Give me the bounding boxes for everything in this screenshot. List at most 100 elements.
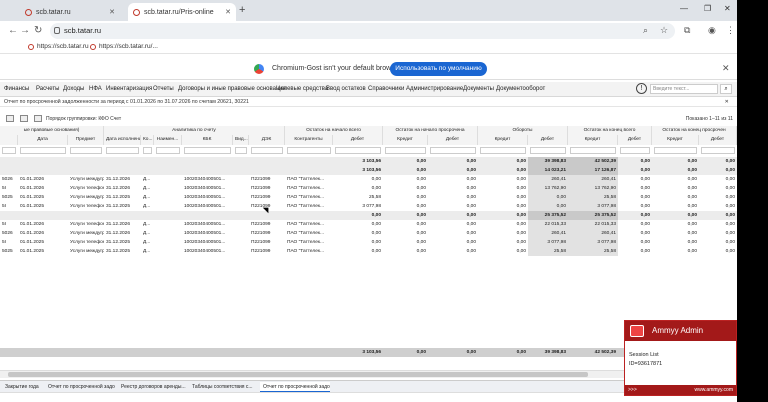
menu-item-workflow[interactable]: Документооборот xyxy=(496,86,545,92)
filter-input[interactable] xyxy=(701,147,735,154)
browser-tab-active[interactable]: scb.tatar.ru/Pris-online ✕ xyxy=(128,3,236,21)
site-favicon-icon xyxy=(25,8,32,16)
menu-item-balance-input[interactable]: Ввод остатков xyxy=(326,86,366,92)
export-icon[interactable] xyxy=(6,115,14,122)
value-cell: 0,00 xyxy=(725,177,735,182)
type-cell xyxy=(233,229,249,238)
value-cell: 0,00 xyxy=(416,213,426,218)
menu-item-target-funds[interactable]: Целевые средства xyxy=(276,86,328,92)
date-cell: 01.01.2025 xyxy=(20,204,45,209)
close-tab-icon[interactable]: ✕ xyxy=(109,8,115,16)
help-icon[interactable]: ! xyxy=(636,83,647,94)
close-infobar-icon[interactable]: ✕ xyxy=(722,63,730,74)
filter-input[interactable] xyxy=(156,147,180,154)
type-cell xyxy=(233,175,249,184)
menu-item-documents[interactable]: Документы xyxy=(463,86,494,92)
value-cell: 0,00 xyxy=(640,177,650,182)
table-row: 5I 01.01.2026 Услуги телефон...31.12.2026 Д… xyxy=(0,220,737,229)
browser-tab[interactable]: scb.tatar.ru ✕ xyxy=(20,3,120,21)
filter-input[interactable] xyxy=(654,147,697,154)
row-id-cell: 5I xyxy=(2,222,7,227)
menu-item-income[interactable]: Доходы xyxy=(63,86,84,92)
task-item[interactable]: Отчет по просроченной задо... xyxy=(45,382,115,392)
code-cell: Д... xyxy=(143,249,151,254)
menu-item-inventory[interactable]: Инвентаризация xyxy=(106,86,152,92)
app-search-input[interactable]: Введите текст... xyxy=(650,84,718,94)
menu-item-administration[interactable]: Администрирование xyxy=(406,86,463,92)
filter-input[interactable] xyxy=(530,147,566,154)
menu-item-settlements[interactable]: Расчеты xyxy=(36,86,59,92)
report-title: Отчет по просроченной задолженности за п… xyxy=(4,99,249,105)
ammyy-expand[interactable]: >>> xyxy=(628,387,637,393)
column-filter xyxy=(285,146,333,156)
ammyy-admin-popup[interactable]: Ammyy Admin Session List ID=93617871 >>>… xyxy=(624,320,737,396)
task-item[interactable]: Реестр договоров аренды... xyxy=(118,382,186,392)
ammyy-logo-icon xyxy=(630,325,644,337)
back-icon[interactable]: ← xyxy=(8,25,18,36)
column-filter xyxy=(478,146,528,156)
bookmarks-bar: https://scb.tatar.ru https://scb.tatar.r… xyxy=(0,41,737,54)
forward-icon[interactable]: → xyxy=(20,25,30,36)
value-cell: 22 015,33 xyxy=(568,220,618,229)
maximize-icon[interactable]: ❐ xyxy=(704,4,711,13)
filter-input[interactable] xyxy=(430,147,476,154)
value-cell: 0,00 xyxy=(725,231,735,236)
ammyy-title: Ammyy Admin xyxy=(652,326,704,335)
filter-input[interactable] xyxy=(20,147,66,154)
filter-input[interactable] xyxy=(620,147,650,154)
filter-input[interactable] xyxy=(287,147,331,154)
bookmark-star-icon[interactable]: ☆ xyxy=(660,25,668,36)
filter-input[interactable] xyxy=(480,147,526,154)
task-item[interactable]: Закрытие года xyxy=(2,382,42,392)
filter-input[interactable] xyxy=(335,147,381,154)
filter-input[interactable] xyxy=(570,147,616,154)
column-filter xyxy=(233,146,249,156)
menu-item-contracts[interactable]: Договоры и иные правовые основания xyxy=(178,86,286,92)
type-cell xyxy=(233,247,249,256)
filter-input[interactable] xyxy=(385,147,426,154)
session-list-label[interactable]: Session List xyxy=(629,351,732,360)
grid-filter-row xyxy=(0,146,737,156)
task-item-active[interactable]: Отчет по просроченной задо... xyxy=(260,382,330,392)
menu-item-finance[interactable]: Финансы xyxy=(4,86,29,92)
menu-item-reports[interactable]: Отчеты xyxy=(153,86,174,92)
filter-input[interactable] xyxy=(106,147,139,154)
ammyy-link[interactable]: www.ammyy.com xyxy=(694,385,733,395)
filter-input[interactable] xyxy=(143,147,152,154)
task-item[interactable]: Таблицы соответствия с... xyxy=(189,382,257,392)
bookmark-item[interactable]: https://scb.tatar.ru xyxy=(28,43,89,50)
print-icon[interactable] xyxy=(20,115,28,122)
filter-input[interactable] xyxy=(2,147,16,154)
bookmark-item[interactable]: https://scb.tatar.ru/... xyxy=(90,43,158,50)
filter-input[interactable] xyxy=(70,147,102,154)
minimize-icon[interactable]: — xyxy=(680,4,688,13)
scrollbar-thumb[interactable] xyxy=(8,372,588,377)
value-cell: 0,00 xyxy=(416,350,426,355)
search-icon[interactable]: ⌕ xyxy=(720,84,732,94)
value-cell: 0,00 xyxy=(516,168,526,173)
new-tab-icon[interactable]: + xyxy=(239,4,245,16)
profile-icon[interactable]: ◉ xyxy=(708,25,716,36)
site-info-icon[interactable] xyxy=(54,27,60,34)
filter-input[interactable] xyxy=(251,147,283,154)
tab-title: scb.tatar.ru xyxy=(36,8,71,16)
tab-strip: scb.tatar.ru ✕ scb.tatar.ru/Pris-online … xyxy=(0,0,737,21)
value-cell: 0,00 xyxy=(466,186,476,191)
close-window-icon[interactable]: ✕ xyxy=(724,4,731,13)
zoom-icon[interactable]: ⌕ xyxy=(643,25,648,36)
extensions-icon[interactable]: ⧉ xyxy=(684,25,690,36)
filter-input[interactable] xyxy=(184,147,231,154)
value-cell: 14 023,21 xyxy=(528,166,568,175)
menu-item-nfa[interactable]: НФА xyxy=(89,86,102,92)
filter-input[interactable] xyxy=(235,147,247,154)
set-default-button[interactable]: Использовать по умолчанию xyxy=(390,62,487,76)
menu-icon[interactable]: ⋮ xyxy=(726,25,735,36)
close-tab-icon[interactable]: ✕ xyxy=(225,8,231,16)
menu-item-directories[interactable]: Справочники xyxy=(368,86,404,92)
settings-icon[interactable] xyxy=(34,115,42,122)
address-bar[interactable]: scb.tatar.ru xyxy=(50,23,675,39)
reload-icon[interactable]: ↻ xyxy=(34,25,42,36)
close-report-icon[interactable]: ✕ xyxy=(725,98,729,107)
type-cell xyxy=(233,193,249,202)
column-filter xyxy=(249,146,285,156)
